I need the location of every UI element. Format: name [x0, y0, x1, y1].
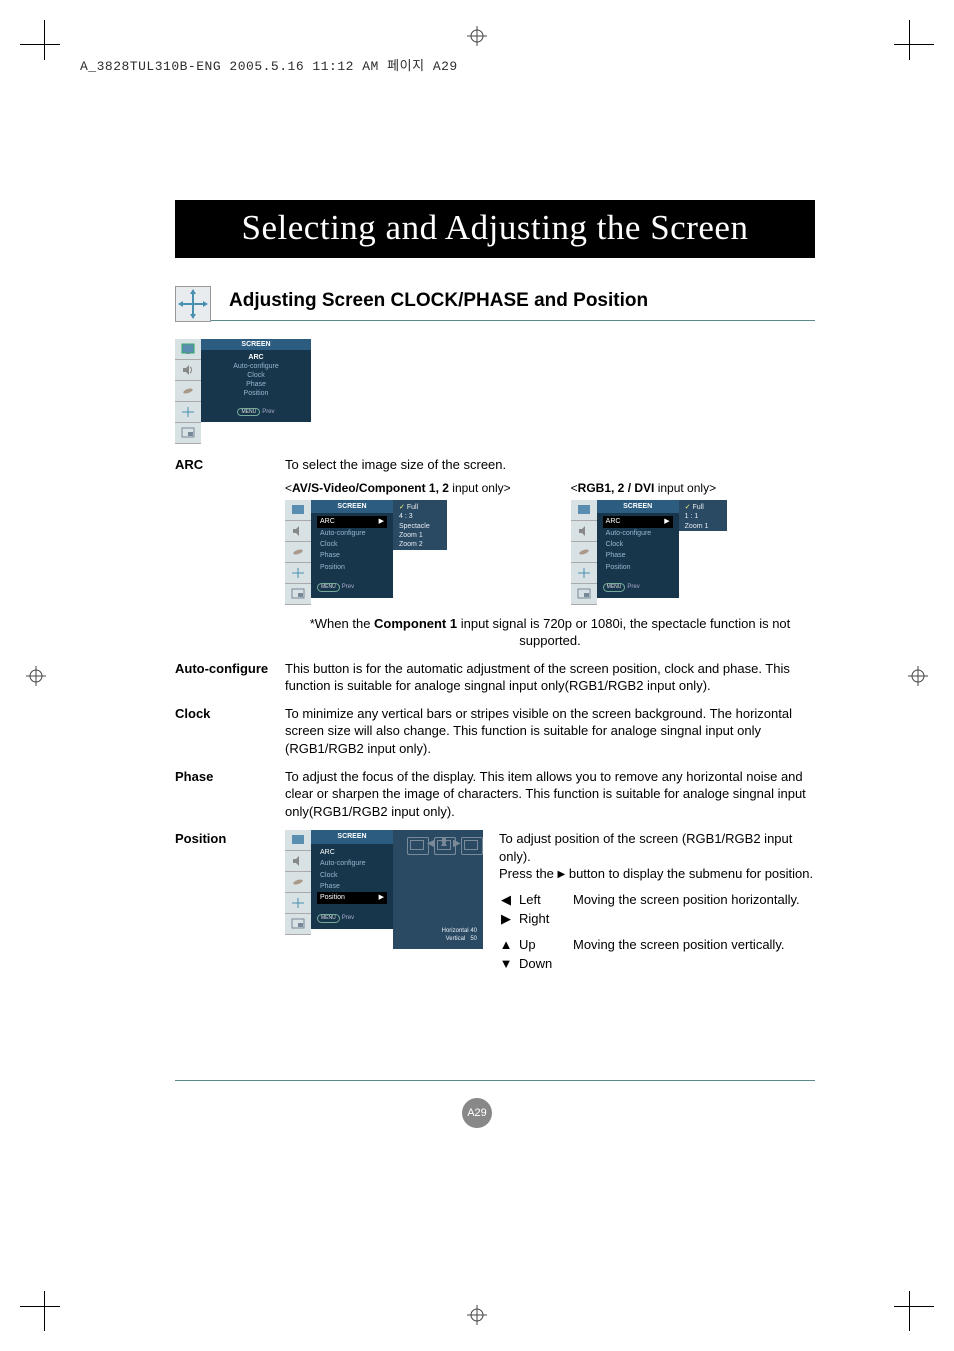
auto-desc: This button is for the automatic adjustm…	[285, 660, 815, 695]
arc-desc: To select the image size of the screen.	[285, 456, 815, 474]
crop-mark	[20, 1306, 60, 1307]
osd-item: Phase	[207, 380, 305, 389]
osd-item: Position	[207, 389, 305, 398]
menu-pill: MENU	[237, 408, 260, 416]
arc-opt: Zoom 2	[399, 540, 443, 549]
arc-opt: Full	[692, 504, 703, 511]
divider	[211, 320, 815, 321]
right-triangle-icon: ▶	[499, 910, 513, 928]
phase-desc: To adjust the focus of the display. This…	[285, 768, 815, 821]
section-heading: Adjusting Screen CLOCK/PHASE and Positio…	[229, 290, 815, 312]
direction-table: ◀LeftMoving the screen position horizont…	[499, 891, 815, 973]
tab-picture-icon	[175, 339, 201, 360]
print-header-line: A_3828TUL310B-ENG 2005.5.16 11:12 AM 페이지…	[80, 55, 458, 74]
crop-mark	[20, 44, 60, 45]
document-page: A_3828TUL310B-ENG 2005.5.16 11:12 AM 페이지…	[0, 0, 954, 1351]
osd-item: Clock	[207, 371, 305, 380]
page-content: Selecting and Adjusting the Screen Adjus…	[175, 200, 815, 983]
arc-opt: Zoom 1	[399, 531, 443, 540]
crop-mark	[44, 1291, 45, 1331]
tab-pip-icon	[175, 423, 201, 444]
arc-opt: 4 : 3	[399, 512, 443, 521]
footer-divider	[175, 1080, 815, 1081]
page-number-badge: A29	[462, 1098, 492, 1128]
position-desc-1: To adjust position of the screen (RGB1/R…	[499, 830, 815, 865]
arc-caption-left: <AV/S-Video/Component 1, 2 input only>	[285, 480, 511, 496]
section-phase: Phase To adjust the focus of the display…	[175, 768, 815, 821]
position-desc-2: Press the ▶ button to display the submen…	[499, 865, 815, 883]
up-triangle-icon: ▲	[499, 936, 513, 954]
row-label: ARC	[175, 456, 285, 650]
arc-note: *When the Component 1 input signal is 72…	[285, 615, 815, 650]
row-label: Auto-configure	[175, 660, 285, 695]
osd-screenshot-position: SCREEN ARC Auto-configure Clock Phase Po…	[285, 830, 483, 949]
registration-mark-icon	[908, 666, 928, 686]
crop-mark	[894, 1306, 934, 1307]
section-position: Position SCREEN ARC Auto-configure	[175, 830, 815, 973]
down-triangle-icon: ▼	[499, 955, 513, 973]
osd-title: SCREEN	[201, 339, 311, 350]
arc-opt: 1 : 1	[685, 512, 723, 521]
section-icon	[175, 286, 211, 322]
crop-mark	[909, 1291, 910, 1331]
section-clock: Clock To minimize any vertical bars or s…	[175, 705, 815, 758]
osd-item: Auto-configure	[207, 362, 305, 371]
registration-mark-icon	[467, 26, 487, 46]
arc-opt: Full	[407, 504, 418, 511]
section-arc: ARC To select the image size of the scre…	[175, 456, 815, 650]
tab-screen-icon	[175, 402, 201, 423]
crop-mark	[44, 20, 45, 60]
crop-mark	[909, 20, 910, 60]
osd-screenshot-right: SCREEN ARC▶ Auto-configure Clock Phase P…	[571, 500, 727, 605]
arc-opt: Spectacle	[399, 522, 443, 531]
registration-mark-icon	[467, 1305, 487, 1325]
position-diagram: ▲ ▼ ◀ ▶	[407, 837, 482, 927]
crop-mark	[894, 44, 934, 45]
row-label: Phase	[175, 768, 285, 821]
osd-item: ARC	[207, 353, 305, 362]
clock-desc: To minimize any vertical bars or stripes…	[285, 705, 815, 758]
section-auto-configure: Auto-configure This button is for the au…	[175, 660, 815, 695]
row-label: Position	[175, 830, 285, 973]
osd-screenshot-left: SCREEN ARC▶ Auto-configure Clock Phase P…	[285, 500, 511, 605]
registration-mark-icon	[26, 666, 46, 686]
row-label: Clock	[175, 705, 285, 758]
left-triangle-icon: ◀	[499, 891, 513, 909]
tab-special-icon	[175, 381, 201, 402]
tab-sound-icon	[175, 360, 201, 381]
arc-opt: Zoom 1	[685, 522, 723, 531]
page-title-banner: Selecting and Adjusting the Screen	[175, 200, 815, 258]
arc-caption-right: <RGB1, 2 / DVI input only>	[571, 480, 727, 496]
osd-prev: Prev	[262, 409, 274, 415]
osd-screenshot-main: SCREEN ARC Auto-configure Clock Phase Po…	[175, 339, 815, 444]
